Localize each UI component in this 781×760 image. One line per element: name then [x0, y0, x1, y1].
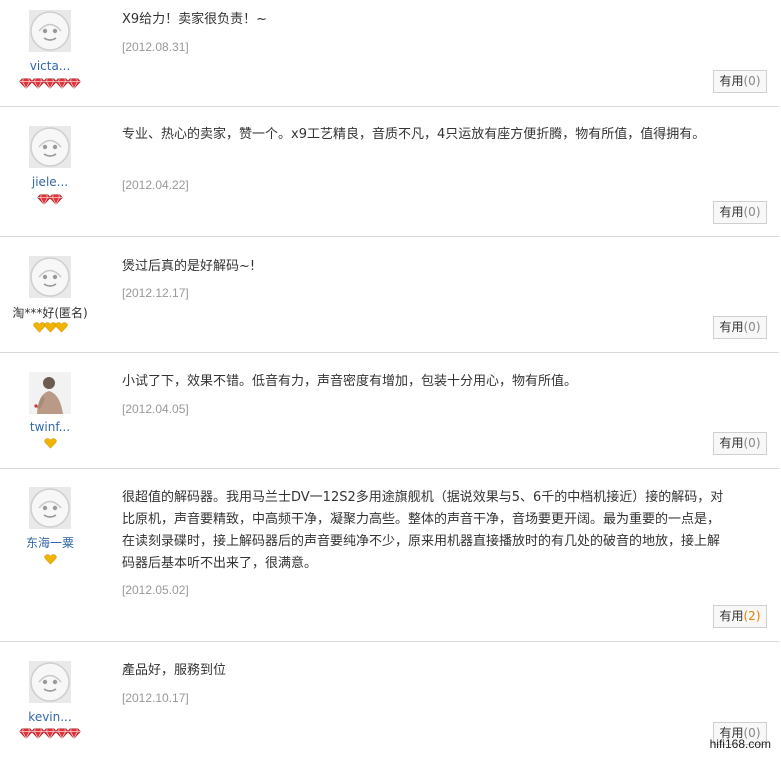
user-photo-avatar	[29, 372, 71, 414]
avatar[interactable]	[29, 256, 71, 298]
useful-count: (0)	[743, 205, 761, 219]
review-item: victa... X9给力！卖家很负责！~ [2012.08.31] 有用(0)	[0, 0, 779, 107]
username-link[interactable]: jiele...	[0, 175, 100, 189]
useful-button[interactable]: 有用(2)	[713, 605, 767, 628]
default-avatar-icon	[29, 256, 71, 298]
review-date: [2012.04.05]	[122, 402, 189, 416]
useful-button[interactable]: 有用(0)	[713, 432, 767, 455]
review-item: 淘***好(匿名) 煲过后真的是好解码~! [2012.12.17] 有用(0)	[0, 237, 779, 353]
diamond-rank-icon	[67, 728, 81, 739]
user-rank-badges	[0, 322, 100, 334]
review-item: 东海一粟 很超值的解码器。我用马兰士DV一12S2多用途旗舰机（据说效果与5、6…	[0, 469, 779, 642]
useful-count: (0)	[743, 436, 761, 450]
default-avatar-icon	[29, 10, 71, 52]
avatar[interactable]	[29, 126, 71, 168]
avatar[interactable]	[29, 10, 71, 52]
review-date: [2012.08.31]	[122, 40, 189, 54]
user-rank-badges	[0, 438, 100, 450]
review-text: 產品好，服務到位	[122, 663, 227, 678]
review-item: kevin... 產品好，服務到位 [2012.10.17] 有用(0)	[0, 642, 779, 760]
default-avatar-icon	[29, 661, 71, 703]
username-link[interactable]: twinf...	[0, 420, 100, 434]
avatar[interactable]	[29, 487, 71, 529]
useful-label: 有用	[719, 205, 744, 219]
avatar[interactable]	[29, 661, 71, 703]
username-label: 淘***好(匿名)	[12, 306, 88, 320]
review-date: [2012.04.22]	[122, 178, 189, 192]
default-avatar-icon	[29, 487, 71, 529]
useful-label: 有用	[719, 320, 744, 334]
review-text: 小试了下，效果不错。低音有力，声音密度有增加，包装十分用心，物有所值。	[122, 374, 578, 389]
user-rank-badges	[0, 728, 100, 740]
review-text: X9给力！卖家很负责！~	[122, 12, 268, 27]
site-watermark: hifi168.com	[709, 737, 771, 751]
username-link[interactable]: victa...	[0, 59, 100, 73]
heart-rank-icon	[54, 322, 68, 333]
useful-button[interactable]: 有用(0)	[713, 316, 767, 339]
review-date: [2012.12.17]	[122, 286, 189, 300]
user-rank-badges	[0, 78, 100, 90]
user-rank-badges	[0, 554, 100, 566]
heart-rank-icon	[43, 554, 57, 565]
useful-button[interactable]: 有用(0)	[713, 201, 767, 224]
default-avatar-icon	[29, 126, 71, 168]
diamond-rank-icon	[49, 194, 63, 205]
review-text: 专业、热心的卖家，赞一个。x9工艺精良，音质不凡，4只运放有座方便折腾，物有所值…	[122, 127, 706, 142]
review-item: twinf... 小试了下，效果不错。低音有力，声音密度有增加，包装十分用心，物…	[0, 353, 779, 469]
useful-label: 有用	[719, 74, 744, 88]
username-link[interactable]: 东海一粟	[0, 534, 100, 551]
username-link[interactable]: kevin...	[0, 710, 100, 724]
useful-count: (0)	[743, 320, 761, 334]
review-text: 煲过后真的是好解码~!	[122, 259, 256, 274]
useful-count: (0)	[743, 74, 761, 88]
review-date: [2012.05.02]	[122, 583, 189, 597]
useful-count: (2)	[743, 609, 761, 623]
user-rank-badges	[0, 194, 100, 206]
avatar[interactable]	[29, 372, 71, 414]
review-text: 很超值的解码器。我用马兰士DV一12S2多用途旗舰机（据说效果与5、6千的中档机…	[122, 490, 724, 571]
review-item: jiele... 专业、热心的卖家，赞一个。x9工艺精良，音质不凡，4只运放有座…	[0, 107, 779, 237]
useful-label: 有用	[719, 436, 744, 450]
diamond-rank-icon	[67, 78, 81, 89]
heart-rank-icon	[43, 438, 57, 449]
useful-button[interactable]: 有用(0)	[713, 70, 767, 93]
useful-label: 有用	[719, 609, 744, 623]
review-date: [2012.10.17]	[122, 691, 189, 705]
